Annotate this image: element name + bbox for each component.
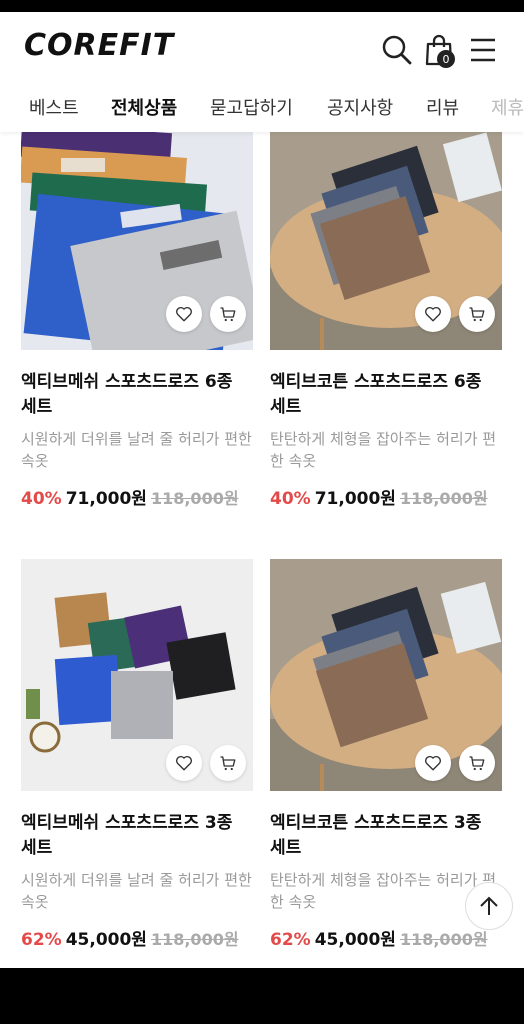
cart-icon bbox=[220, 307, 236, 322]
sale-price: 71,000원 bbox=[65, 489, 147, 509]
status-bar bbox=[0, 0, 524, 12]
discount-rate: 40% bbox=[21, 489, 62, 509]
add-to-cart-button[interactable] bbox=[459, 296, 495, 332]
price-row: 62% 45,000원 118,000원 bbox=[270, 925, 502, 950]
sale-price: 45,000원 bbox=[314, 930, 396, 950]
original-price: 118,000원 bbox=[399, 930, 488, 949]
app-screen: COREFIT 0 베스트 전체상품 묻고답하기 공지사항 리뷰 제휴 엑티브메… bbox=[0, 12, 524, 968]
search-button[interactable] bbox=[379, 32, 415, 68]
search-icon bbox=[382, 35, 412, 65]
original-price: 118,000원 bbox=[150, 930, 239, 949]
add-to-cart-button[interactable] bbox=[459, 745, 495, 781]
price-row: 40% 71,000원 118,000원 bbox=[21, 484, 253, 509]
site-header: COREFIT 0 베스트 전체상품 묻고답하기 공지사항 리뷰 제휴 bbox=[0, 12, 524, 132]
category-tabs: 베스트 전체상품 묻고답하기 공지사항 리뷰 제휴 bbox=[0, 94, 524, 130]
original-price: 118,000원 bbox=[399, 489, 488, 508]
add-to-cart-button[interactable] bbox=[210, 296, 246, 332]
hamburger-menu-icon bbox=[471, 38, 495, 62]
product-image[interactable] bbox=[21, 118, 253, 350]
cart-count-badge: 0 bbox=[437, 50, 455, 68]
cart-button[interactable]: 0 bbox=[421, 32, 457, 68]
tab-notice[interactable]: 공지사항 bbox=[327, 94, 393, 120]
product-image[interactable] bbox=[21, 559, 253, 791]
heart-icon bbox=[176, 306, 192, 322]
discount-rate: 62% bbox=[21, 930, 62, 950]
product-description: 시원하게 더위를 날려 줄 허리가 편한 속옷 bbox=[21, 430, 252, 470]
brand-logo[interactable]: COREFIT bbox=[24, 28, 174, 63]
heart-icon bbox=[176, 755, 192, 771]
price-row: 62% 45,000원 118,000원 bbox=[21, 925, 253, 950]
menu-button[interactable] bbox=[465, 32, 501, 68]
product-name[interactable]: 엑티브코튼 스포츠드로즈 3종 세트 bbox=[270, 811, 502, 861]
product-card[interactable]: 엑티브메쉬 스포츠드로즈 3종 세트 시원하게 더위를 날려 줄 허리가 편한 … bbox=[21, 559, 253, 950]
tab-all-products[interactable]: 전체상품 bbox=[111, 94, 177, 120]
wishlist-button[interactable] bbox=[166, 745, 202, 781]
tab-partnership[interactable]: 제휴 bbox=[491, 94, 524, 120]
arrow-up-icon bbox=[480, 896, 498, 915]
wishlist-button[interactable] bbox=[415, 745, 451, 781]
product-card[interactable]: 엑티브메쉬 스포츠드로즈 6종 세트 시원하게 더위를 날려 줄 허리가 편한 … bbox=[21, 118, 253, 509]
cart-icon bbox=[469, 756, 485, 771]
product-description: 시원하게 더위를 날려 줄 허리가 편한 속옷 bbox=[21, 871, 252, 911]
product-card[interactable]: 엑티브코튼 스포츠드로즈 3종 세트 탄탄하게 체형을 잡아주는 허리가 편한 … bbox=[270, 559, 502, 950]
product-image[interactable] bbox=[270, 559, 502, 791]
tab-best[interactable]: 베스트 bbox=[29, 94, 79, 120]
tab-qna[interactable]: 묻고답하기 bbox=[210, 94, 293, 120]
scroll-to-top-button[interactable] bbox=[465, 882, 513, 930]
add-to-cart-button[interactable] bbox=[210, 745, 246, 781]
tab-review[interactable]: 리뷰 bbox=[426, 94, 459, 120]
sale-price: 45,000원 bbox=[65, 930, 147, 950]
wishlist-button[interactable] bbox=[415, 296, 451, 332]
product-name[interactable]: 엑티브메쉬 스포츠드로즈 3종 세트 bbox=[21, 811, 253, 861]
price-row: 40% 71,000원 118,000원 bbox=[270, 484, 502, 509]
cart-icon bbox=[220, 756, 236, 771]
product-description: 탄탄하게 체형을 잡아주는 허리가 편한 속옷 bbox=[270, 430, 497, 470]
discount-rate: 40% bbox=[270, 489, 311, 509]
product-image[interactable] bbox=[270, 118, 502, 350]
product-name[interactable]: 엑티브코튼 스포츠드로즈 6종 세트 bbox=[270, 370, 502, 420]
system-navigation-bar bbox=[0, 968, 524, 1024]
heart-icon bbox=[425, 306, 441, 322]
wishlist-button[interactable] bbox=[166, 296, 202, 332]
product-name[interactable]: 엑티브메쉬 스포츠드로즈 6종 세트 bbox=[21, 370, 253, 420]
cart-icon bbox=[469, 307, 485, 322]
discount-rate: 62% bbox=[270, 930, 311, 950]
product-card[interactable]: 엑티브코튼 스포츠드로즈 6종 세트 탄탄하게 체형을 잡아주는 허리가 편한 … bbox=[270, 118, 502, 509]
heart-icon bbox=[425, 755, 441, 771]
sale-price: 71,000원 bbox=[314, 489, 396, 509]
original-price: 118,000원 bbox=[150, 489, 239, 508]
